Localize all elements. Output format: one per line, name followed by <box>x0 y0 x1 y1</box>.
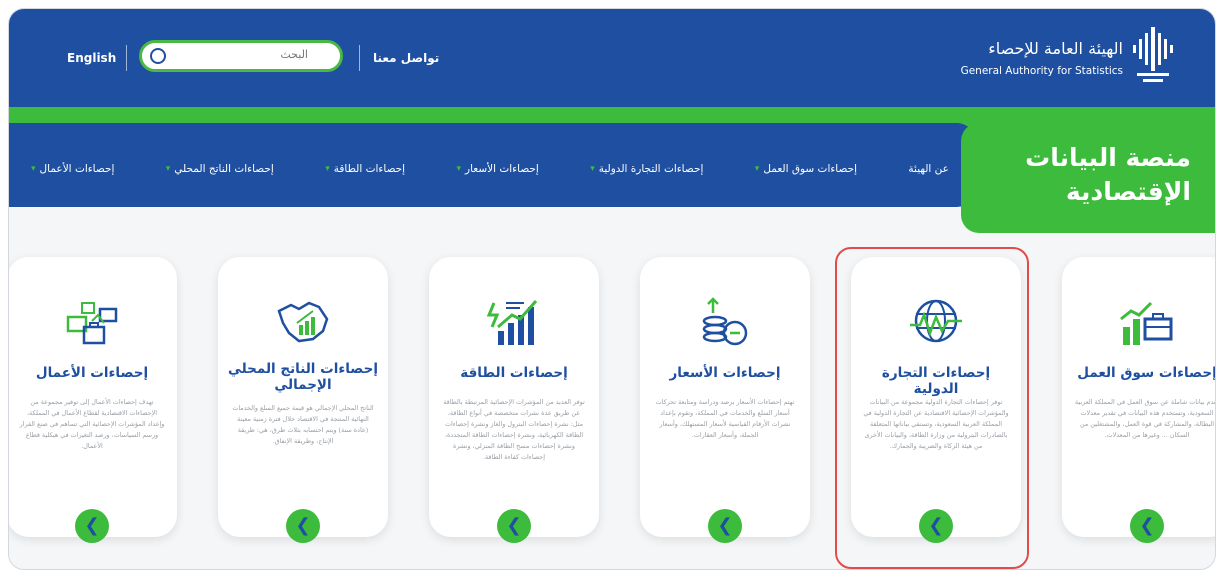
prices-coins-icon <box>702 297 748 346</box>
card-gdp[interactable]: إحصاءات الناتج المحلي الإجمالي الناتج ال… <box>218 257 388 543</box>
card-description: تهتم إحصاءات الأسعار برصد ودراسة ومتابعة… <box>655 398 795 439</box>
chevron-left-icon: ❮ <box>717 515 733 536</box>
nav-item-label: إحصاءات الأسعار <box>465 163 539 175</box>
nav-item[interactable]: إحصاءات الأسعار ▾ <box>456 163 538 175</box>
labor-market-icon <box>1120 301 1173 345</box>
chevron-down-icon: ▾ <box>456 164 461 174</box>
top-header: الهيئة العامة للإحصاء General Authority … <box>9 9 1215 107</box>
contact-link[interactable]: تواصل معنا <box>373 51 439 65</box>
card-open-button[interactable]: ❮ <box>708 509 742 543</box>
card-description: الناتج المحلي الإجمالي هو قيمة جميع السل… <box>232 404 374 445</box>
nav-item-label: إحصاءات سوق العمل <box>763 163 858 175</box>
chevron-left-icon: ❮ <box>1139 515 1155 536</box>
chevron-down-icon: ▾ <box>754 164 760 174</box>
card-description: توفر العديد من المؤشرات الإحصائية المرتب… <box>443 398 585 461</box>
language-link[interactable]: English <box>67 51 116 65</box>
nav-item[interactable]: إحصاءات سوق العمل ▾ <box>755 163 857 175</box>
card-open-button[interactable]: ❮ <box>497 509 531 543</box>
business-briefcase-icon <box>66 302 118 345</box>
search-icon[interactable] <box>150 48 166 64</box>
card-open-button[interactable]: ❮ <box>286 509 320 543</box>
nav-item[interactable]: إحصاءات الناتج المحلي ▾ <box>166 163 274 175</box>
card-description: تهدف إحصاءات الأعمال إلى توفير مجموعة من… <box>19 398 165 450</box>
card-open-button[interactable]: ❮ <box>75 509 109 543</box>
header-divider <box>126 45 127 71</box>
selection-highlight <box>835 247 1029 569</box>
chevron-down-icon: ▾ <box>31 164 36 174</box>
platform-title: منصة البيانات الإقتصادية <box>991 141 1191 209</box>
card-title: إحصاءات الأعمال <box>35 365 149 381</box>
platform-title-line2: الإقتصادية <box>1065 177 1191 206</box>
nav-item-label: إحصاءات الأعمال <box>39 163 115 175</box>
nav-item-label: عن الهيئة <box>908 163 949 175</box>
gastat-logo[interactable]: الهيئة العامة للإحصاء General Authority … <box>961 23 1175 93</box>
chevron-left-icon: ❮ <box>84 515 100 536</box>
card-energy[interactable]: إحصاءات الطاقة توفر العديد من المؤشرات ا… <box>429 257 599 543</box>
chevron-left-icon: ❮ <box>295 515 311 536</box>
header-divider <box>359 45 360 71</box>
chevron-down-icon: ▾ <box>325 164 330 174</box>
gdp-map-icon <box>277 301 329 343</box>
chevron-down-icon: ▾ <box>165 164 171 174</box>
browser-frame: الهيئة العامة للإحصاء General Authority … <box>8 8 1216 570</box>
nav-item[interactable]: إحصاءات الأعمال ▾ <box>31 163 114 175</box>
nav-item[interactable]: إحصاءات التجارة الدولية ▾ <box>590 163 703 175</box>
nav-item-label: إحصاءات الناتج المحلي <box>174 163 274 175</box>
card-prices[interactable]: إحصاءات الأسعار تهتم إحصاءات الأسعار برص… <box>640 257 810 543</box>
main-nav: عن الهيئة إحصاءات سوق العمل ▾ إحصاءات التجا… <box>9 123 975 207</box>
chevron-down-icon: ▾ <box>590 164 595 174</box>
search-input[interactable] <box>186 47 310 62</box>
platform-title-line1: منصة البيانات <box>1025 143 1191 172</box>
logo-mark-icon <box>1133 27 1173 82</box>
card-title: إحصاءات سوق العمل <box>1077 365 1216 381</box>
card-title: إحصاءات الطاقة <box>460 365 568 381</box>
nav-item-label: إحصاءات التجارة الدولية <box>598 163 704 175</box>
card-description: تقدم بيانات شاملة عن سوق العمل في المملك… <box>1075 398 1216 439</box>
card-labor-market[interactable]: إحصاءات سوق العمل تقدم بيانات شاملة عن س… <box>1062 257 1216 543</box>
nav-item[interactable]: إحصاءات الطاقة ▾ <box>325 163 405 175</box>
nav-items: عن الهيئة إحصاءات سوق العمل ▾ إحصاءات التجا… <box>31 159 949 179</box>
energy-chart-icon <box>486 300 538 345</box>
card-title: إحصاءات الأسعار <box>669 365 781 381</box>
logo-arabic-text: الهيئة العامة للإحصاء <box>988 39 1123 58</box>
logo-english-text: General Authority for Statistics <box>960 65 1123 77</box>
nav-item-label: إحصاءات الطاقة <box>333 163 406 175</box>
nav-item[interactable]: عن الهيئة <box>908 163 949 175</box>
card-open-button[interactable]: ❮ <box>1130 509 1164 543</box>
search-box[interactable] <box>139 40 343 72</box>
chevron-left-icon: ❮ <box>506 515 522 536</box>
card-business[interactable]: إحصاءات الأعمال تهدف إحصاءات الأعمال إلى… <box>9 257 177 543</box>
platform-banner: منصة البيانات الإقتصادية <box>961 123 1215 233</box>
card-title: إحصاءات الناتج المحلي الإجمالي <box>228 361 378 393</box>
